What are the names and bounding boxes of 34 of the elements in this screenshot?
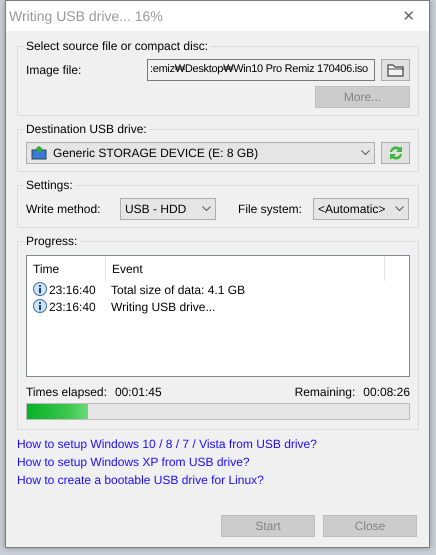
log-time: 23:16:40 — [49, 300, 96, 314]
window-title: Writing USB drive... 16% — [9, 8, 163, 24]
field-label: Write method: — [26, 202, 102, 216]
info-icon — [32, 298, 48, 314]
help-link[interactable]: How to setup Windows 10 / 8 / 7 / Vista from USB drive? — [17, 436, 419, 452]
chevron-down-icon — [361, 150, 370, 156]
elapsed-label: Times elapsed: — [26, 385, 107, 399]
log-event: Writing USB drive... — [110, 300, 216, 314]
group-title: Progress: — [25, 234, 78, 248]
remaining-time: 00:08:26 — [363, 385, 410, 399]
usb-drive-dropdown[interactable]: Generic STORAGE DEVICE (E: 8 GB) — [26, 142, 375, 164]
close-button[interactable]: ✕ — [389, 1, 429, 31]
chevron-down-icon — [202, 206, 211, 212]
remaining-label: Remaining: — [294, 385, 356, 399]
drive-icon — [31, 146, 47, 160]
folder-icon — [386, 63, 404, 77]
elapsed-time: 00:01:45 — [114, 385, 162, 399]
column-header[interactable]: Time — [27, 262, 105, 276]
group-title: Select source file or compact disc: — [25, 39, 210, 53]
log-event: Total size of data: 4.1 GB — [110, 282, 246, 296]
group-title: Destination USB drive: — [25, 122, 148, 136]
settings-dropdown[interactable]: USB - HDD — [120, 198, 216, 220]
field-label: File system: — [238, 202, 304, 216]
image-file-field[interactable]: :emiz₩Desktop₩Win10 Pro Remiz 170406.iso — [147, 59, 375, 81]
info-icon — [32, 282, 48, 298]
browse-button[interactable] — [381, 59, 410, 81]
help-link[interactable]: How to create a bootable USB drive for Linux? — [17, 472, 419, 488]
chevron-down-icon — [395, 206, 404, 212]
field-label: Image file: — [26, 63, 82, 77]
settings-dropdown[interactable]: <Automatic> — [313, 198, 409, 220]
group-title: Settings: — [25, 178, 74, 192]
help-link[interactable]: How to setup Windows XP from USB drive? — [17, 454, 419, 470]
column-header[interactable]: Event — [105, 256, 385, 281]
log-time: 23:16:40 — [49, 282, 96, 296]
